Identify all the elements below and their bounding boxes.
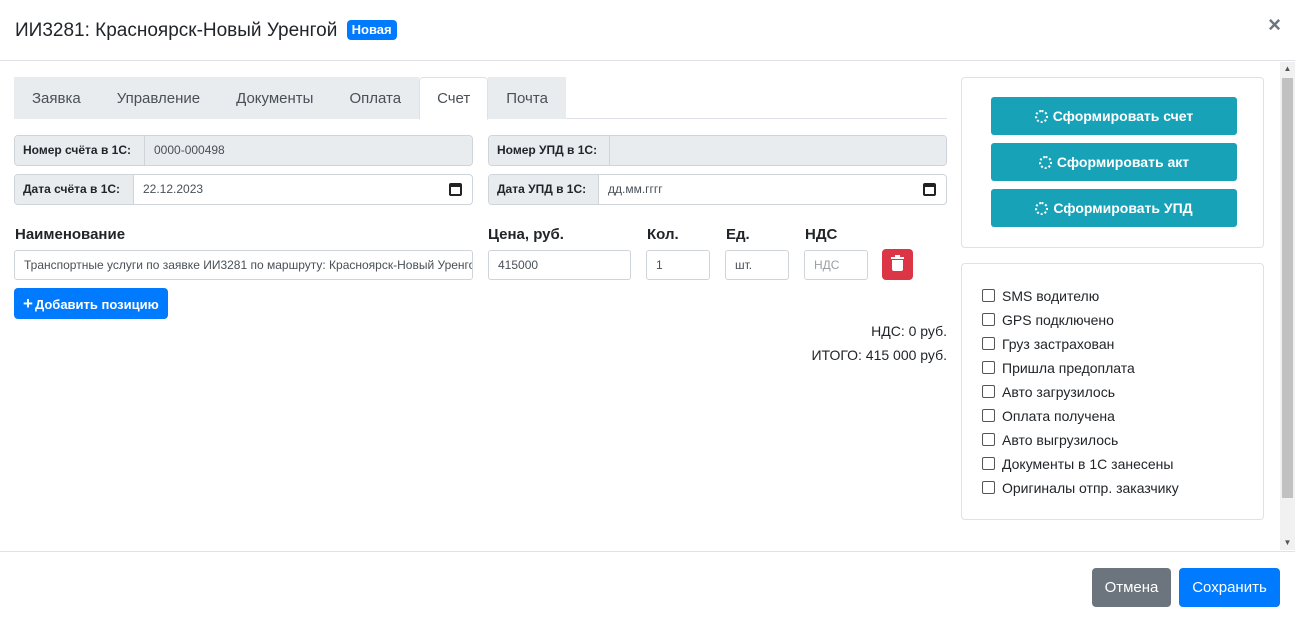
item-vat-input[interactable]: НДС xyxy=(804,250,868,280)
cancel-button[interactable]: Отмена xyxy=(1092,568,1171,607)
checklist-label: Авто выгрузилось xyxy=(1002,432,1119,448)
order-title: ИИ3281: Красноярск-Новый Уренгой xyxy=(15,20,338,41)
make-act-button[interactable]: Сформировать акт xyxy=(991,143,1237,181)
checklist-label: SMS водителю xyxy=(1002,288,1100,304)
tab-mail[interactable]: Почта xyxy=(488,77,566,119)
tab-documents[interactable]: Документы xyxy=(218,77,332,119)
upd-number-label: Номер УПД в 1С: xyxy=(489,136,610,165)
scrollbar-thumb[interactable] xyxy=(1282,78,1293,498)
checkbox[interactable] xyxy=(982,433,995,446)
upd-date-group: Дата УПД в 1С: дд.мм.гггг xyxy=(488,174,947,205)
make-act-label: Сформировать акт xyxy=(1056,154,1190,170)
checkbox[interactable] xyxy=(982,337,995,350)
checklist-label: Оплата получена xyxy=(1002,408,1115,424)
checklist-item[interactable]: SMS водителю xyxy=(982,287,1099,305)
checklist-label: Груз застрахован xyxy=(1002,336,1115,352)
unit-column-label: Ед. xyxy=(726,226,750,243)
grand-total: ИТОГО: 415 000 руб. xyxy=(811,347,947,363)
checklist-label: Авто загрузилось xyxy=(1002,384,1115,400)
delete-item-button[interactable] xyxy=(882,249,913,280)
checkbox[interactable] xyxy=(982,457,995,470)
scroll-down-arrow-icon[interactable]: ▼ xyxy=(1280,536,1295,550)
checklist-label: Оригиналы отпр. заказчику xyxy=(1002,480,1179,496)
name-column-label: Наименование xyxy=(15,226,126,243)
upd-date-field[interactable]: дд.мм.гггг xyxy=(599,175,946,204)
item-unit-input[interactable]: шт. xyxy=(725,250,789,280)
item-price-input[interactable]: 415000 xyxy=(488,250,631,280)
checklist-item[interactable]: Оплата получена xyxy=(982,407,1115,425)
status-checklist-card: SMS водителю GPS подключено Груз застрах… xyxy=(961,263,1264,520)
tab-request[interactable]: Заявка xyxy=(14,77,99,119)
tab-payment[interactable]: Оплата xyxy=(331,77,420,119)
spinner-icon xyxy=(1035,202,1049,215)
invoice-number-field[interactable]: 0000-000498 xyxy=(145,136,472,165)
checkbox[interactable] xyxy=(982,385,995,398)
checklist-item[interactable]: Оригиналы отпр. заказчику xyxy=(982,479,1179,497)
tab-bar: Заявка Управление Документы Оплата Счет … xyxy=(14,77,947,120)
invoice-date-label: Дата счёта в 1С: xyxy=(15,175,134,204)
calendar-icon[interactable] xyxy=(449,183,462,196)
checklist-label: GPS подключено xyxy=(1002,312,1114,328)
vat-column-label: НДС xyxy=(805,226,838,243)
spinner-icon xyxy=(1034,110,1048,123)
make-upd-label: Сформировать УПД xyxy=(1053,200,1193,216)
checklist-item[interactable]: Авто загрузилось xyxy=(982,383,1115,401)
scroll-up-arrow-icon[interactable]: ▲ xyxy=(1280,62,1295,76)
tab-management[interactable]: Управление xyxy=(98,77,219,119)
checkbox[interactable] xyxy=(982,409,995,422)
modal-title: ИИ3281: Красноярск-Новый Уренгой Новая xyxy=(15,19,397,43)
vat-total: НДС: 0 руб. xyxy=(871,323,947,339)
invoice-number-group: Номер счёта в 1С: 0000-000498 xyxy=(14,135,473,166)
item-name-input[interactable]: Транспортные услуги по заявке ИИ3281 по … xyxy=(14,250,473,280)
checkbox[interactable] xyxy=(982,313,995,326)
invoice-date-group: Дата счёта в 1С: 22.12.2023 xyxy=(14,174,473,205)
modal-footer: Отмена Сохранить xyxy=(0,551,1295,623)
tab-invoice[interactable]: Счет xyxy=(419,77,489,120)
checklist-item[interactable]: GPS подключено xyxy=(982,311,1114,329)
add-item-button[interactable]: + Добавить позицию xyxy=(14,288,168,319)
modal-header: ИИ3281: Красноярск-Новый Уренгой Новая × xyxy=(0,0,1295,61)
invoice-number-label: Номер счёта в 1С: xyxy=(15,136,145,165)
checkbox[interactable] xyxy=(982,361,995,374)
modal-body: Заявка Управление Документы Оплата Счет … xyxy=(0,62,1280,550)
make-invoice-label: Сформировать счет xyxy=(1052,108,1194,124)
add-item-label: Добавить позицию xyxy=(34,297,159,312)
plus-icon: + xyxy=(23,294,33,313)
make-invoice-button[interactable]: Сформировать счет xyxy=(991,97,1237,135)
checklist-item[interactable]: Документы в 1С занесены xyxy=(982,455,1173,473)
invoice-date-field[interactable]: 22.12.2023 xyxy=(134,175,472,204)
checklist-label: Документы в 1С занесены xyxy=(1002,456,1174,472)
trash-lid xyxy=(891,257,904,259)
checkbox[interactable] xyxy=(982,481,995,494)
vertical-scrollbar[interactable]: ▲ ▼ xyxy=(1280,62,1295,550)
checklist-label: Пришла предоплата xyxy=(1002,360,1135,376)
checklist-item[interactable]: Груз застрахован xyxy=(982,335,1114,353)
document-actions-card: Сформировать счет Сформировать акт Сформ… xyxy=(961,77,1264,248)
upd-date-label: Дата УПД в 1С: xyxy=(489,175,599,204)
checklist-item[interactable]: Пришла предоплата xyxy=(982,359,1135,377)
save-button[interactable]: Сохранить xyxy=(1179,568,1280,607)
item-qty-input[interactable]: 1 xyxy=(646,250,710,280)
spinner-icon xyxy=(1038,156,1052,169)
checklist-item[interactable]: Авто выгрузилось xyxy=(982,431,1118,449)
trash-body xyxy=(892,260,903,271)
close-icon[interactable]: × xyxy=(1268,14,1281,36)
qty-column-label: Кол. xyxy=(647,226,679,243)
price-column-label: Цена, руб. xyxy=(488,226,564,243)
calendar-icon[interactable] xyxy=(923,183,936,196)
upd-number-group: Номер УПД в 1С: xyxy=(488,135,947,166)
make-upd-button[interactable]: Сформировать УПД xyxy=(991,189,1237,227)
upd-number-field[interactable] xyxy=(610,136,946,165)
checkbox[interactable] xyxy=(982,289,995,302)
status-badge: Новая xyxy=(346,20,397,40)
